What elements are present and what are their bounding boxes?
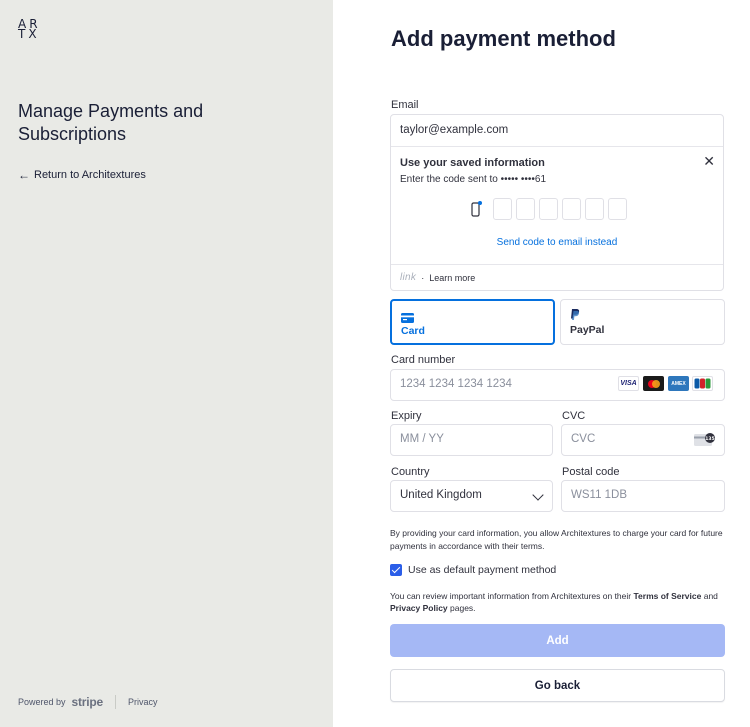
phone-icon	[471, 200, 483, 218]
arrow-left-icon: ←	[18, 168, 30, 182]
consent-text: By providing your card information, you …	[390, 528, 723, 551]
amex-icon: AMEX	[668, 376, 689, 391]
close-icon[interactable]: ✕	[703, 153, 715, 170]
stripe-logo[interactable]: stripe	[72, 695, 104, 709]
link-logo: link	[400, 272, 417, 283]
postal-code-input[interactable]: WS11 1DB	[561, 480, 725, 512]
cvc-icon-text: 135	[705, 436, 714, 442]
link-code-subtitle: Enter the code sent to ••••• ••••61	[400, 174, 547, 185]
form-title: Add payment method	[391, 26, 616, 51]
return-link[interactable]: ← Return to Architextures	[18, 169, 146, 181]
logo-line-2: TX	[18, 27, 40, 41]
email-label: Email	[391, 99, 419, 111]
link-saved-title: Use your saved information	[400, 157, 545, 169]
postal-code-label: Postal code	[562, 466, 620, 478]
email-divider	[391, 146, 723, 147]
right-panel: Add payment method Email taylor@example.…	[333, 0, 750, 727]
review-suffix: pages.	[447, 603, 476, 613]
left-panel: AR TX Manage Payments and Subscriptions …	[0, 0, 333, 727]
learn-more-link[interactable]: Learn more	[429, 273, 475, 283]
country-label: Country	[391, 466, 430, 478]
jcb-icon	[692, 376, 713, 391]
link-footer-separator: ·	[421, 272, 425, 283]
expiry-label: Expiry	[391, 410, 422, 422]
cvc-input[interactable]: CVC 135	[561, 424, 725, 456]
default-payment-row[interactable]: Use as default payment method	[390, 564, 556, 576]
email-link-card: taylor@example.com Use your saved inform…	[390, 114, 724, 291]
link-footer: link · Learn more	[400, 272, 475, 283]
cvc-label: CVC	[562, 410, 586, 422]
chevron-down-icon	[532, 489, 544, 501]
visa-icon: VISA	[618, 376, 639, 391]
page-heading: Manage Payments and Subscriptions	[18, 101, 204, 144]
cvc-card-icon: 135	[694, 433, 716, 452]
review-prefix: You can review important information fro…	[390, 591, 634, 601]
architextures-logo[interactable]: AR TX	[18, 18, 41, 41]
otp-digit-2[interactable]	[516, 198, 535, 220]
link-divider	[391, 264, 723, 265]
tab-card-label: Card	[401, 325, 425, 337]
email-input[interactable]: taylor@example.com	[400, 124, 508, 136]
privacy-link[interactable]: Privacy	[128, 697, 158, 707]
tab-paypal-label: PayPal	[570, 324, 605, 336]
otp-code-row	[471, 198, 627, 220]
otp-digit-1[interactable]	[493, 198, 512, 220]
footer-divider	[115, 695, 117, 709]
add-button[interactable]: Add	[390, 624, 725, 657]
otp-digit-4[interactable]	[562, 198, 581, 220]
card-number-placeholder: 1234 1234 1234 1234	[400, 378, 512, 390]
review-text: You can review important information fro…	[390, 590, 720, 614]
tab-card[interactable]: Card	[390, 299, 555, 345]
postal-code-placeholder: WS11 1DB	[571, 489, 628, 501]
expiry-input[interactable]: MM / YY	[390, 424, 553, 456]
country-select[interactable]: United Kingdom	[390, 480, 553, 512]
card-number-label: Card number	[391, 354, 456, 366]
review-and: and	[701, 591, 718, 601]
send-code-email-link[interactable]: Send code to email instead	[391, 237, 723, 248]
default-payment-checkbox[interactable]	[390, 564, 402, 576]
powered-by-text: Powered by	[18, 697, 66, 707]
tab-paypal[interactable]: PayPal	[560, 299, 725, 345]
default-payment-label: Use as default payment method	[408, 564, 557, 576]
country-value: United Kingdom	[400, 489, 482, 501]
footer: Powered by stripe Privacy	[18, 695, 158, 709]
otp-digit-6[interactable]	[608, 198, 627, 220]
go-back-button[interactable]: Go back	[390, 669, 725, 702]
privacy-policy-link[interactable]: Privacy Policy	[390, 603, 448, 613]
otp-digit-5[interactable]	[585, 198, 604, 220]
return-link-label: Return to Architextures	[34, 169, 146, 181]
cvc-placeholder: CVC	[571, 433, 596, 445]
expiry-placeholder: MM / YY	[400, 433, 444, 445]
terms-link[interactable]: Terms of Service	[633, 591, 701, 601]
otp-digit-3[interactable]	[539, 198, 558, 220]
mastercard-icon	[643, 376, 664, 391]
